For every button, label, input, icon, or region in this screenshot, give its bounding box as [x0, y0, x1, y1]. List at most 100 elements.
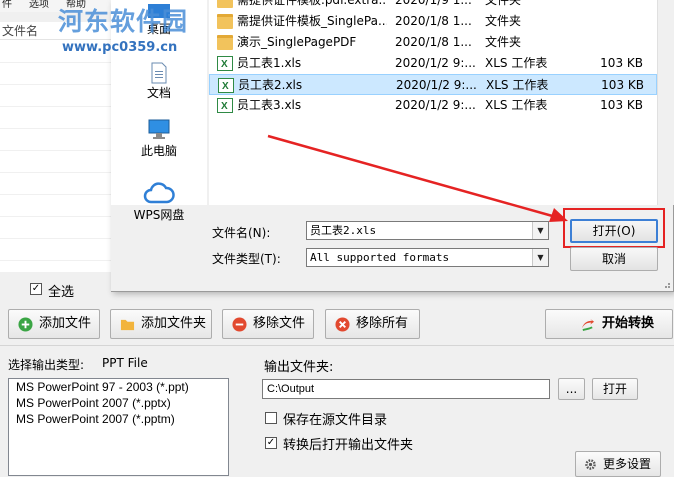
- remove-all-button[interactable]: 移除所有: [325, 309, 420, 339]
- folder-icon: [217, 14, 233, 29]
- file-row[interactable]: 演示_SinglePagePDF 2020/1/8 1... 文件夹: [209, 32, 657, 53]
- output-folder-label: 输出文件夹:: [264, 360, 334, 375]
- start-convert-button[interactable]: 开始转换: [545, 309, 673, 339]
- output-type-value: PPT File: [102, 356, 148, 370]
- remove-file-button[interactable]: 移除文件: [222, 309, 314, 339]
- nav-item-desktop[interactable]: 桌面: [111, 4, 207, 37]
- menu-item-file[interactable]: 件: [2, 0, 12, 10]
- format-option[interactable]: MS PowerPoint 2007 (*.pptm): [9, 411, 228, 427]
- output-folder-input[interactable]: C:\Output: [262, 379, 550, 399]
- file-list[interactable]: [0, 22, 112, 272]
- more-settings-button[interactable]: 更多设置: [575, 451, 661, 477]
- nav-label: 此电脑: [140, 144, 177, 158]
- format-option[interactable]: MS PowerPoint 2007 (*.pptx): [9, 395, 228, 411]
- menu-item-options[interactable]: 选项: [29, 0, 49, 10]
- file-type: XLS 工作表: [485, 56, 548, 70]
- file-date: 2020/1/8 1...: [395, 35, 472, 49]
- cancel-button[interactable]: 取消: [570, 247, 658, 271]
- menu-item-help[interactable]: 帮助: [66, 0, 86, 10]
- save-in-source-checkbox[interactable]: [265, 412, 277, 424]
- gear-icon: [585, 459, 596, 470]
- chevron-down-icon[interactable]: ▼: [532, 249, 548, 266]
- filetype-label: 文件类型(T):: [212, 252, 281, 266]
- open-after-convert-checkbox[interactable]: ✓: [265, 437, 277, 449]
- remove-icon: [232, 317, 247, 332]
- folder-icon: [217, 35, 233, 50]
- file-date: 2020/1/2 9:...: [395, 56, 475, 70]
- excel-file-icon: [217, 96, 233, 117]
- file-row[interactable]: 员工表3.xls 2020/1/2 9:... XLS 工作表 103 KB: [209, 95, 657, 117]
- nav-pane: 桌面 文档 此电脑 WPS网盘: [111, 0, 207, 222]
- save-in-source-label: 保存在源文件目录: [283, 413, 388, 428]
- add-file-label: 添加文件: [39, 316, 92, 331]
- file-name: 员工表1.xls: [237, 56, 302, 70]
- add-folder-button[interactable]: 添加文件夹: [110, 309, 212, 339]
- file-name: 员工表3.xls: [237, 98, 302, 112]
- file-size: 103 KB: [601, 78, 644, 92]
- nav-label: 文档: [146, 86, 171, 100]
- file-row[interactable]: 员工表2.xls 2020/1/2 9:... XLS 工作表 103 KB: [209, 74, 657, 97]
- file-type: XLS 工作表: [485, 98, 548, 112]
- desktop-icon: [148, 4, 170, 18]
- excel-file-icon: [217, 54, 233, 75]
- file-type: 文件夹: [485, 35, 522, 49]
- file-type: 文件夹: [485, 14, 522, 28]
- add-folder-label: 添加文件夹: [141, 316, 207, 331]
- output-type-label: 选择输出类型:: [8, 358, 85, 372]
- vertical-scrollbar[interactable]: [657, 0, 674, 205]
- format-option[interactable]: MS PowerPoint 97 - 2003 (*.ppt): [9, 379, 228, 395]
- nav-label: 桌面: [146, 22, 171, 36]
- document-icon: [151, 62, 167, 84]
- plus-icon: [18, 317, 33, 332]
- remove-all-label: 移除所有: [356, 316, 409, 331]
- file-name: 员工表2.xls: [238, 78, 303, 92]
- file-name-column-header[interactable]: 文件名: [0, 22, 112, 40]
- excel-file-icon: [218, 76, 234, 97]
- remove-file-label: 移除文件: [253, 316, 306, 331]
- select-all-checkbox[interactable]: ✓: [30, 283, 42, 295]
- convert-icon: [581, 318, 595, 332]
- nav-item-this-pc[interactable]: 此电脑: [111, 118, 207, 159]
- more-settings-label: 更多设置: [603, 457, 652, 471]
- computer-icon: [148, 119, 170, 139]
- select-all-label: 全选: [48, 285, 75, 300]
- filename-label: 文件名(N):: [212, 226, 271, 240]
- nav-item-wps-cloud[interactable]: WPS网盘: [111, 180, 207, 223]
- add-file-button[interactable]: 添加文件: [8, 309, 100, 339]
- delete-all-icon: [335, 317, 350, 332]
- file-date: 2020/1/2 9:...: [396, 78, 476, 92]
- nav-label: WPS网盘: [133, 208, 185, 222]
- file-row[interactable]: 需提供证件模板.pdf.extra... 2020/1/9 1... 文件夹: [209, 0, 657, 11]
- file-date: 2020/1/2 9:...: [395, 98, 475, 112]
- filename-value: 员工表2.xls: [310, 224, 377, 237]
- file-name: 演示_SinglePagePDF: [237, 35, 357, 49]
- open-file-dialog: 桌面 文档 此电脑 WPS网盘 需提供证件模板.pdf.extra... 2020…: [111, 0, 674, 292]
- output-settings-panel: 选择输出类型: PPT File MS PowerPoint 97 - 2003…: [0, 346, 674, 477]
- file-date: 2020/1/9 1...: [395, 0, 472, 7]
- file-name: 需提供证件模板_SinglePa...: [237, 14, 387, 28]
- filetype-select[interactable]: All supported formats ▼: [306, 248, 549, 267]
- file-date: 2020/1/8 1...: [395, 14, 472, 28]
- folder-icon: [217, 0, 233, 8]
- format-list[interactable]: MS PowerPoint 97 - 2003 (*.ppt) MS Power…: [8, 378, 229, 476]
- file-size: 103 KB: [600, 56, 643, 70]
- file-row[interactable]: 员工表1.xls 2020/1/2 9:... XLS 工作表 103 KB: [209, 53, 657, 75]
- file-list-pane[interactable]: 需提供证件模板.pdf.extra... 2020/1/9 1... 文件夹 需提供证…: [209, 0, 657, 205]
- file-name: 需提供证件模板.pdf.extra...: [237, 0, 387, 7]
- file-type: 文件夹: [485, 0, 522, 7]
- resize-grip-icon[interactable]: [661, 279, 671, 289]
- filename-input[interactable]: 员工表2.xls ▼: [306, 221, 549, 240]
- start-convert-label: 开始转换: [602, 316, 655, 331]
- cloud-icon: [143, 182, 175, 204]
- open-after-convert-label: 转换后打开输出文件夹: [283, 438, 414, 453]
- filetype-value: All supported formats: [310, 251, 450, 264]
- nav-item-documents[interactable]: 文档: [111, 62, 207, 101]
- file-type: XLS 工作表: [486, 78, 549, 92]
- open-folder-button[interactable]: 打开: [592, 378, 638, 400]
- chevron-down-icon[interactable]: ▼: [532, 222, 548, 239]
- open-button[interactable]: 打开(O): [570, 219, 658, 243]
- toolbar: 添加文件 添加文件夹 移除文件 移除所有 开始转换: [0, 305, 674, 341]
- file-size: 103 KB: [600, 98, 643, 112]
- browse-button[interactable]: ...: [558, 378, 585, 400]
- file-row[interactable]: 需提供证件模板_SinglePa... 2020/1/8 1... 文件夹: [209, 11, 657, 32]
